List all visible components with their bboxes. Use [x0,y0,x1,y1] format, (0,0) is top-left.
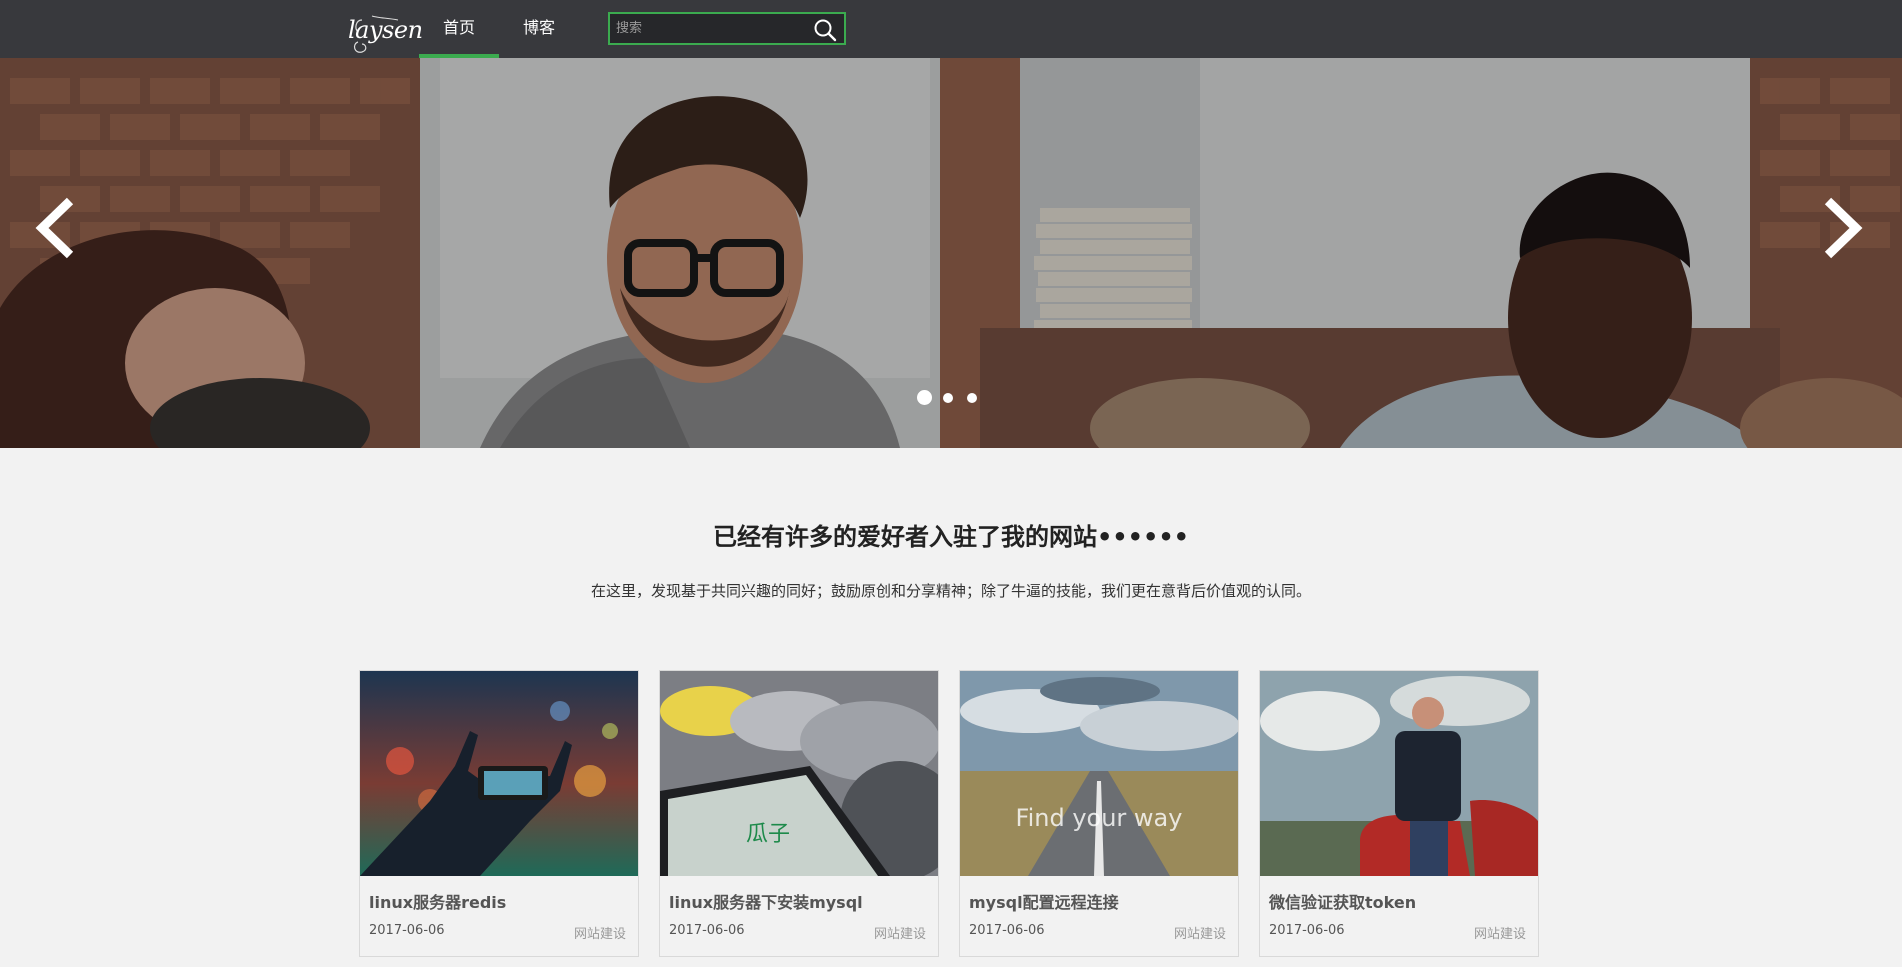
post-date: 2017-06-06 [1269,923,1345,938]
post-category[interactable]: 网站建设 [874,923,926,942]
carousel-dot-2[interactable] [943,393,953,403]
hero-carousel [0,58,1902,448]
post-thumbnail: Find your way [960,671,1238,876]
chevron-left-icon [35,197,74,259]
post-title[interactable]: linux服务器下安装mysql [669,889,863,913]
post-card[interactable]: 瓜子 linux服务器下安装mysql 2017-06-06 网站建设 [659,670,939,957]
post-image-text: 瓜子 [746,822,790,847]
post-image-text: Find your way [1016,804,1183,832]
logo-text: laysen [348,16,423,44]
carousel-dot-3[interactable] [967,393,977,403]
top-navigation-bar: laysen 首页 博客 [0,0,1902,58]
carousel-next-button[interactable] [1816,193,1868,263]
post-title[interactable]: linux服务器redis [369,889,506,913]
section-headline: 已经有许多的爱好者入驻了我的网站•••••• [712,523,1190,551]
post-date: 2017-06-06 [969,923,1045,938]
search-icon [814,19,837,42]
banner-image [0,58,1902,448]
carousel-prev-button[interactable] [30,193,82,263]
post-category[interactable]: 网站建设 [1174,923,1226,942]
search-box [608,12,846,45]
carousel-dot-1[interactable] [917,390,932,405]
site-logo[interactable]: laysen [346,8,423,53]
tab-blog-label: 博客 [522,18,555,37]
post-thumbnail [360,671,638,876]
post-card[interactable]: Find your way mysql配置远程连接 2017-06-06 网站建… [959,670,1239,957]
tab-blog[interactable]: 博客 [512,0,566,58]
post-date: 2017-06-06 [669,923,745,938]
chevron-right-icon [1824,197,1863,259]
post-thumbnail: 瓜子 [660,671,938,876]
post-card[interactable]: linux服务器redis 2017-06-06 网站建设 [359,670,639,957]
tab-home[interactable]: 首页 [419,0,499,58]
post-card[interactable]: 微信验证获取token 2017-06-06 网站建设 [1259,670,1539,957]
section-description: 在这里，发现基于共同兴趣的同好；鼓励原创和分享精神；除了牛逼的技能，我们更在意背… [590,582,1311,600]
post-title[interactable]: mysql配置远程连接 [969,889,1119,913]
post-title[interactable]: 微信验证获取token [1269,889,1416,913]
post-thumbnail [1260,671,1538,876]
post-category[interactable]: 网站建设 [1474,923,1526,942]
tab-home-label: 首页 [442,18,475,37]
search-button[interactable] [812,17,838,43]
post-category[interactable]: 网站建设 [574,923,626,942]
post-date: 2017-06-06 [369,923,445,938]
search-input[interactable] [614,16,804,41]
